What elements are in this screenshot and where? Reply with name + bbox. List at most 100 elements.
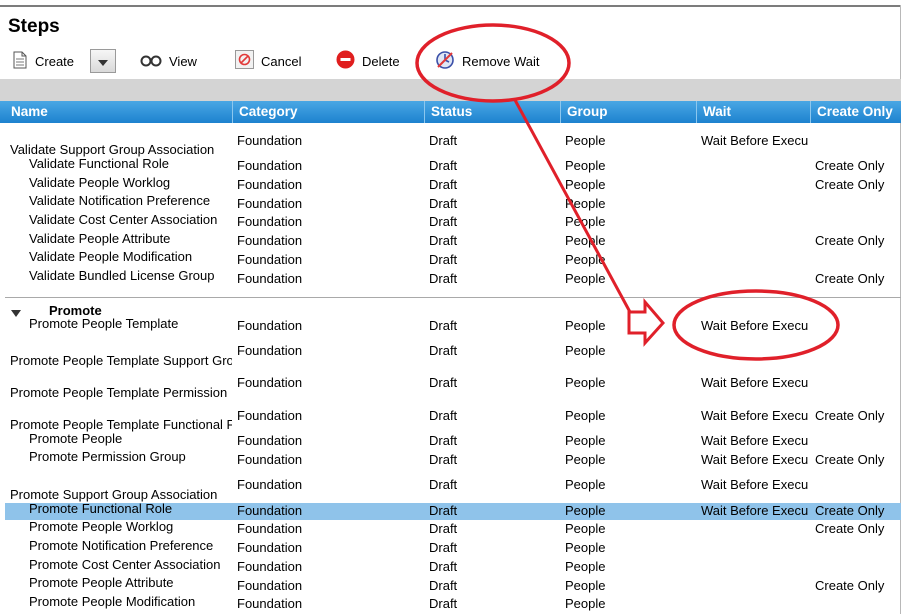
row-name[interactable]: Validate Bundled License Group <box>29 268 232 284</box>
row-wait[interactable]: Wait Before Execu <box>701 433 810 449</box>
row-group[interactable]: People <box>565 433 695 449</box>
row-category[interactable]: Foundation <box>237 271 422 287</box>
row-status[interactable]: Draft <box>429 452 559 468</box>
row-status[interactable]: Draft <box>429 559 559 575</box>
row-group[interactable]: People <box>565 318 695 334</box>
row-group[interactable]: People <box>565 578 695 594</box>
row-wait[interactable]: Wait Before Execu <box>701 133 810 149</box>
create-button[interactable]: Create <box>12 50 74 72</box>
row-create-only[interactable]: Create Only <box>815 503 901 519</box>
row-create-only[interactable]: Create Only <box>815 177 901 193</box>
row-status[interactable]: Draft <box>429 196 559 212</box>
row-name[interactable]: Promote People Template Support Gro <box>10 353 232 369</box>
row-category[interactable]: Foundation <box>237 158 422 174</box>
row-group[interactable]: People <box>565 477 695 493</box>
row-name[interactable]: Validate Functional Role <box>29 156 232 172</box>
row-category[interactable]: Foundation <box>237 540 422 556</box>
row-category[interactable]: Foundation <box>237 521 422 537</box>
row-create-only[interactable]: Create Only <box>815 271 901 287</box>
row-group[interactable]: People <box>565 214 695 230</box>
row-status[interactable]: Draft <box>429 375 559 391</box>
row-wait[interactable]: Wait Before Execu <box>701 408 810 424</box>
row-group[interactable]: People <box>565 233 695 249</box>
row-status[interactable]: Draft <box>429 177 559 193</box>
row-create-only[interactable]: Create Only <box>815 578 901 594</box>
row-name[interactable]: Validate Cost Center Association <box>29 212 232 228</box>
cancel-button[interactable]: Cancel <box>235 50 301 72</box>
row-status[interactable]: Draft <box>429 596 559 612</box>
row-create-only[interactable]: Create Only <box>815 521 901 537</box>
column-header-group[interactable]: Group <box>560 101 696 123</box>
row-category[interactable]: Foundation <box>237 596 422 612</box>
row-category[interactable]: Foundation <box>237 452 422 468</box>
row-status[interactable]: Draft <box>429 214 559 230</box>
row-status[interactable]: Draft <box>429 343 559 359</box>
row-name[interactable]: Promote People Attribute <box>29 575 232 591</box>
row-category[interactable]: Foundation <box>237 503 422 519</box>
row-name[interactable]: Validate People Modification <box>29 249 232 265</box>
row-create-only[interactable]: Create Only <box>815 408 901 424</box>
row-category[interactable]: Foundation <box>237 196 422 212</box>
row-category[interactable]: Foundation <box>237 233 422 249</box>
row-group[interactable]: People <box>565 559 695 575</box>
row-group[interactable]: People <box>565 452 695 468</box>
row-category[interactable]: Foundation <box>237 214 422 230</box>
row-create-only[interactable]: Create Only <box>815 233 901 249</box>
row-status[interactable]: Draft <box>429 578 559 594</box>
row-category[interactable]: Foundation <box>237 477 422 493</box>
row-group[interactable]: People <box>565 521 695 537</box>
row-status[interactable]: Draft <box>429 540 559 556</box>
row-category[interactable]: Foundation <box>237 375 422 391</box>
row-status[interactable]: Draft <box>429 408 559 424</box>
row-group[interactable]: People <box>565 252 695 268</box>
column-header-status[interactable]: Status <box>424 101 560 123</box>
row-name[interactable]: Validate People Attribute <box>29 231 232 247</box>
row-name[interactable]: Promote People Template <box>29 316 232 332</box>
row-category[interactable]: Foundation <box>237 133 422 149</box>
row-name[interactable]: Validate People Worklog <box>29 175 232 191</box>
row-status[interactable]: Draft <box>429 521 559 537</box>
row-group[interactable]: People <box>565 503 695 519</box>
row-name[interactable]: Validate Notification Preference <box>29 193 232 209</box>
row-name[interactable]: Promote Notification Preference <box>29 538 232 554</box>
row-status[interactable]: Draft <box>429 158 559 174</box>
row-wait[interactable]: Wait Before Execu <box>701 503 810 519</box>
row-category[interactable]: Foundation <box>237 343 422 359</box>
column-header-create-only[interactable]: Create Only <box>810 101 901 123</box>
row-name[interactable]: Promote People Modification <box>29 594 232 610</box>
row-category[interactable]: Foundation <box>237 578 422 594</box>
delete-button[interactable]: Delete <box>336 50 400 72</box>
row-status[interactable]: Draft <box>429 503 559 519</box>
row-category[interactable]: Foundation <box>237 318 422 334</box>
column-header-wait[interactable]: Wait <box>696 101 810 123</box>
row-create-only[interactable]: Create Only <box>815 158 901 174</box>
row-name[interactable]: Promote People Worklog <box>29 519 232 535</box>
view-button[interactable]: View <box>140 50 197 72</box>
row-name[interactable]: Promote People <box>29 431 232 447</box>
row-wait[interactable]: Wait Before Execu <box>701 375 810 391</box>
row-name[interactable]: Promote Cost Center Association <box>29 557 232 573</box>
tree-collapse-icon[interactable] <box>11 305 21 321</box>
row-status[interactable]: Draft <box>429 433 559 449</box>
row-status[interactable]: Draft <box>429 233 559 249</box>
row-status[interactable]: Draft <box>429 252 559 268</box>
row-wait[interactable]: Wait Before Execu <box>701 318 810 334</box>
row-wait[interactable]: Wait Before Execu <box>701 452 810 468</box>
row-create-only[interactable]: Create Only <box>815 452 901 468</box>
row-name[interactable]: Promote Permission Group <box>29 449 232 465</box>
column-header-name[interactable]: Name <box>5 101 232 123</box>
row-group[interactable]: People <box>565 196 695 212</box>
create-dropdown-button[interactable] <box>90 49 116 73</box>
row-name[interactable]: Promote People Template Permission <box>10 385 232 401</box>
row-category[interactable]: Foundation <box>237 177 422 193</box>
row-category[interactable]: Foundation <box>237 252 422 268</box>
row-category[interactable]: Foundation <box>237 559 422 575</box>
remove-wait-button[interactable]: Remove Wait <box>435 50 540 72</box>
row-status[interactable]: Draft <box>429 318 559 334</box>
row-group[interactable]: People <box>565 177 695 193</box>
row-status[interactable]: Draft <box>429 133 559 149</box>
row-category[interactable]: Foundation <box>237 433 422 449</box>
row-status[interactable]: Draft <box>429 477 559 493</box>
row-group[interactable]: People <box>565 408 695 424</box>
row-group[interactable]: People <box>565 343 695 359</box>
